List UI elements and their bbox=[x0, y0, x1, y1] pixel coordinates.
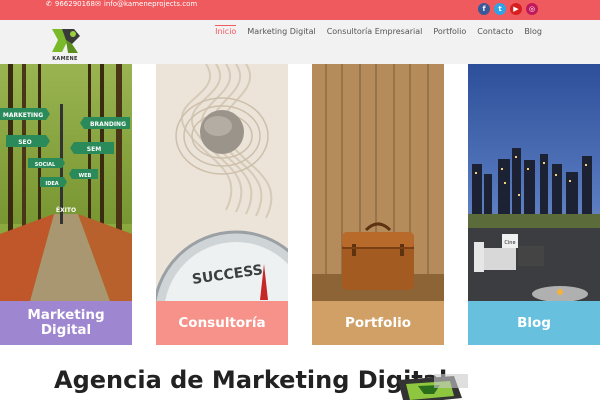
sign-sem: SEM bbox=[87, 146, 101, 153]
main-nav: Inicio Marketing Digital Consultoría Emp… bbox=[215, 25, 542, 36]
sign-marketing: MARKETING bbox=[3, 112, 43, 119]
blog-sign-text: Cine bbox=[504, 240, 515, 246]
site-header: KAMENE Inicio Marketing Digital Consulto… bbox=[0, 20, 600, 64]
card-title[interactable]: Blog bbox=[517, 315, 551, 331]
briefcase-wood-image bbox=[312, 64, 444, 301]
city-terrace-image: Cine bbox=[468, 64, 600, 301]
sign-social: SOCIAL bbox=[35, 162, 56, 168]
phone-contact[interactable]: ✆ 966290168 bbox=[46, 0, 95, 9]
nav-item-portfolio[interactable]: Portfolio bbox=[433, 25, 466, 36]
sign-web: WEB bbox=[79, 173, 92, 179]
card-consultoria[interactable]: SUCCESS Consultoría bbox=[156, 64, 288, 345]
sign-seo: SEO bbox=[18, 139, 32, 146]
card-label-box: Marketing Digital bbox=[0, 301, 132, 345]
card-marketing-digital[interactable]: MARKETING BRANDING SEO SEM SOCIAL WEB ID… bbox=[0, 64, 132, 345]
phone-icon: ✆ bbox=[46, 0, 52, 8]
sign-exito: ÉXITO bbox=[56, 206, 76, 214]
sign-idea: IDEA bbox=[45, 181, 58, 187]
youtube-icon[interactable]: ▶ bbox=[510, 3, 522, 15]
twitter-icon[interactable]: t bbox=[494, 3, 506, 15]
envelope-icon: ✉ bbox=[95, 0, 101, 8]
logo-text: KAMENE bbox=[52, 56, 78, 62]
social-links: f t ▶ ◎ bbox=[478, 3, 538, 15]
email-contact[interactable]: ✉ info@kameneprojects.com bbox=[95, 0, 197, 9]
card-label-box: Consultoría bbox=[156, 301, 288, 345]
card-label-box: Blog bbox=[468, 301, 600, 345]
nav-item-blog[interactable]: Blog bbox=[524, 25, 542, 36]
forest-path-image: MARKETING BRANDING SEO SEM SOCIAL WEB ID… bbox=[0, 64, 132, 301]
card-label-box: Portfolio bbox=[312, 301, 444, 345]
nav-item-marketing-digital[interactable]: Marketing Digital bbox=[247, 25, 315, 36]
logo-mark-icon bbox=[52, 29, 80, 53]
card-title[interactable]: Portfolio bbox=[345, 315, 411, 331]
site-logo[interactable]: KAMENE bbox=[48, 26, 82, 64]
card-title[interactable]: Consultoría bbox=[178, 315, 265, 331]
zen-sand-compass-image: SUCCESS bbox=[156, 64, 288, 301]
page: ✆ 966290168 ✉ info@kameneprojects.com f … bbox=[0, 0, 600, 400]
card-portfolio[interactable]: Portfolio bbox=[312, 64, 444, 345]
nav-item-consultoria[interactable]: Consultoría Empresarial bbox=[327, 25, 423, 36]
phone-number[interactable]: 966290168 bbox=[55, 0, 95, 9]
card-blog[interactable]: Cine Blog bbox=[468, 64, 600, 345]
laptop-image bbox=[398, 374, 468, 400]
nav-item-contacto[interactable]: Contacto bbox=[477, 25, 513, 36]
facebook-icon[interactable]: f bbox=[478, 3, 490, 15]
card-title[interactable]: Marketing Digital bbox=[27, 308, 104, 338]
nav-item-inicio[interactable]: Inicio bbox=[215, 25, 237, 36]
instagram-icon[interactable]: ◎ bbox=[526, 3, 538, 15]
email-address[interactable]: info@kameneprojects.com bbox=[104, 0, 197, 9]
sign-branding: BRANDING bbox=[90, 121, 126, 128]
top-bar: ✆ 966290168 ✉ info@kameneprojects.com f … bbox=[0, 0, 600, 20]
